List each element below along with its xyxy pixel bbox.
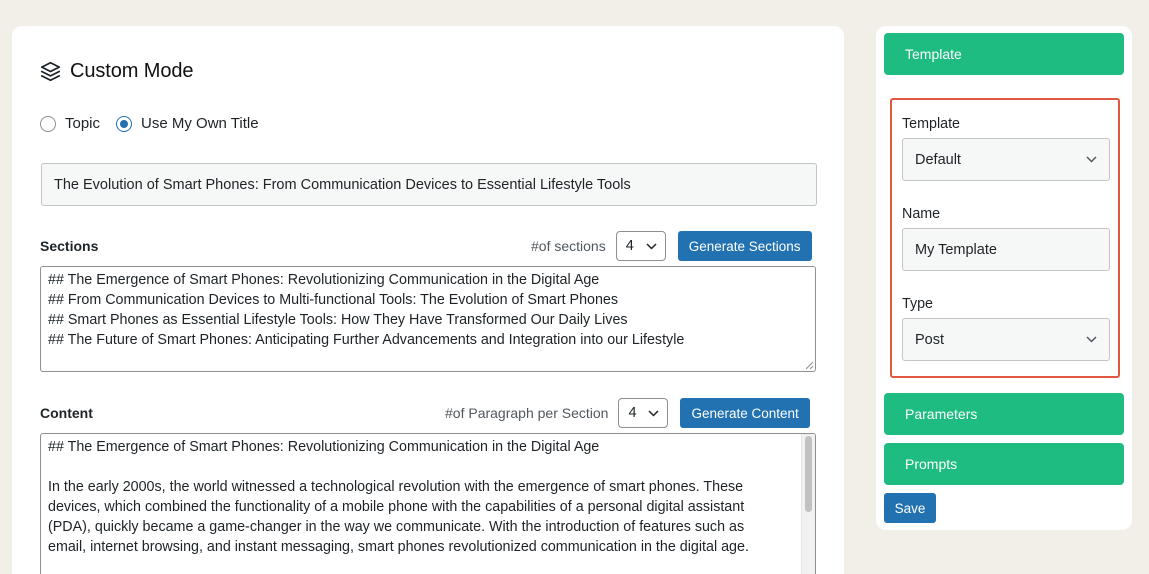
radio-own-title-circle[interactable]: [116, 115, 133, 132]
type-select-value: Post: [915, 331, 945, 348]
content-line: email, internet browsing, and instant me…: [48, 539, 749, 555]
sections-count-label: #of sections: [531, 238, 606, 254]
sections-line: ## The Future of Smart Phones: Anticipat…: [48, 332, 685, 348]
content-label: Content: [40, 405, 93, 421]
content-scrollbar[interactable]: [801, 434, 815, 574]
save-button[interactable]: Save: [884, 493, 936, 523]
template-accordion-header[interactable]: Template: [884, 33, 1124, 75]
sections-line: ## From Communication Devices to Multi-f…: [48, 292, 619, 308]
content-line: [48, 457, 808, 477]
mode-radio-group: Topic Use My Own Title: [40, 115, 275, 132]
template-sidebar: Template Template Default Name My Templa…: [876, 26, 1132, 530]
template-select[interactable]: Default: [902, 138, 1110, 181]
template-select-value: Default: [915, 151, 961, 168]
template-settings-box: Template Default Name My Template Type P…: [890, 98, 1120, 378]
template-field-label: Template: [902, 116, 961, 132]
content-textarea[interactable]: ## The Emergence of Smart Phones: Revolu…: [40, 433, 816, 574]
content-count-value: 4: [628, 405, 637, 421]
sections-controls: #of sections 4 Generate Sections: [531, 231, 812, 261]
sections-textarea[interactable]: ## The Emergence of Smart Phones: Revolu…: [40, 266, 816, 372]
sections-line: ## The Emergence of Smart Phones: Revolu…: [48, 272, 600, 288]
sections-count-value: 4: [625, 238, 634, 254]
content-count-select[interactable]: 4: [618, 398, 669, 428]
type-field-label: Type: [902, 296, 933, 312]
title-input[interactable]: [41, 163, 817, 206]
content-line: devices, which combined the functionalit…: [48, 499, 745, 515]
chevron-down-icon: [646, 242, 657, 250]
content-line: (PDA), quickly became a game-changer in …: [48, 519, 745, 535]
radio-topic-label: Topic: [65, 115, 101, 132]
content-controls: #of Paragraph per Section 4 Generate Con…: [445, 398, 810, 428]
radio-own-title-label: Use My Own Title: [141, 115, 259, 132]
layers-icon: [40, 61, 61, 82]
chevron-down-icon: [1086, 156, 1097, 163]
type-select[interactable]: Post: [902, 318, 1110, 361]
content-count-label: #of Paragraph per Section: [445, 405, 609, 421]
content-line: In the early 2000s, the world witnessed …: [48, 479, 744, 495]
parameters-accordion-header[interactable]: Parameters: [884, 393, 1124, 435]
sections-line: ## Smart Phones as Essential Lifestyle T…: [48, 312, 628, 328]
chevron-down-icon: [648, 409, 659, 417]
radio-own-title[interactable]: Use My Own Title: [116, 115, 259, 132]
generate-content-button[interactable]: Generate Content: [680, 398, 810, 428]
template-name-value: My Template: [915, 241, 997, 258]
page-title: Custom Mode: [70, 60, 194, 82]
template-name-input[interactable]: My Template: [902, 228, 1110, 271]
panel-header: Custom Mode: [40, 60, 194, 83]
sections-count-select[interactable]: 4: [615, 231, 666, 261]
sections-label: Sections: [40, 238, 99, 254]
custom-mode-panel: Custom Mode Topic Use My Own Title Secti…: [12, 26, 844, 574]
radio-topic-circle[interactable]: [40, 115, 56, 132]
chevron-down-icon: [1086, 336, 1097, 343]
generate-sections-button[interactable]: Generate Sections: [677, 231, 812, 261]
content-line: ## The Emergence of Smart Phones: Revolu…: [48, 439, 600, 455]
prompts-accordion-header[interactable]: Prompts: [884, 443, 1124, 485]
resize-handle-icon[interactable]: [805, 361, 814, 370]
scrollbar-thumb[interactable]: [805, 436, 812, 512]
radio-topic[interactable]: Topic: [40, 115, 100, 132]
name-field-label: Name: [902, 206, 941, 222]
